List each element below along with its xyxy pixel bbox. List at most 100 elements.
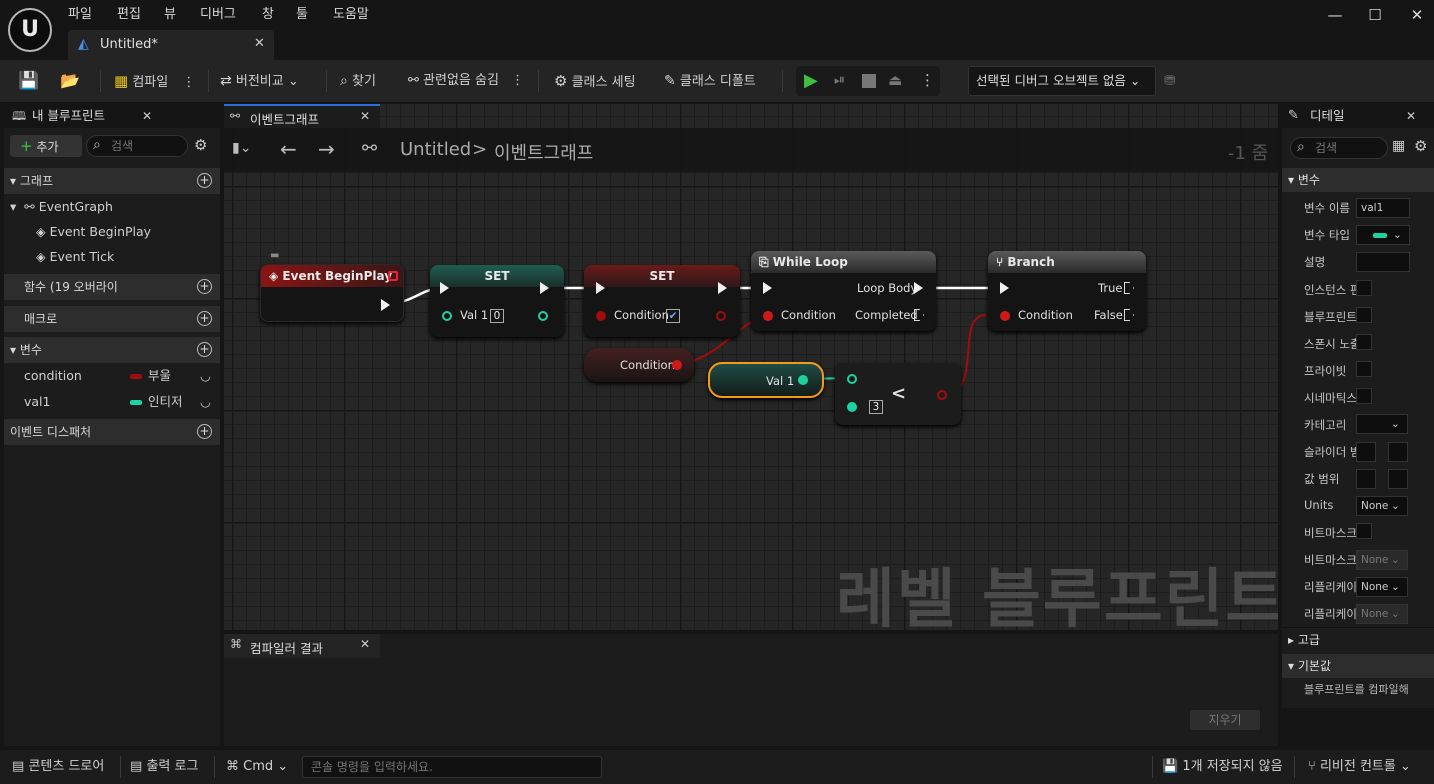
unsaved-button[interactable]: 💾 1개 저장되지 않음 xyxy=(1162,750,1283,784)
search-input[interactable] xyxy=(111,138,183,154)
hide-unrelated-button[interactable]: ⚯ 관련없음 숨김 ⋮ xyxy=(408,60,524,102)
tree-item-event-tick[interactable]: ◈ Event Tick xyxy=(36,245,114,269)
find-button[interactable]: ⌕ 찾기 xyxy=(340,60,376,102)
value-range-min[interactable] xyxy=(1356,469,1376,489)
content-drawer-button[interactable]: ▤ 콘텐츠 드로어 xyxy=(12,750,104,784)
bool-in-pin[interactable] xyxy=(763,311,773,321)
exec-out-pin[interactable] xyxy=(914,309,924,321)
section-macros[interactable]: 매크로 + xyxy=(4,306,220,332)
menu-tools[interactable]: 툴 xyxy=(296,4,308,26)
int-value-field[interactable]: 3 xyxy=(869,400,883,414)
exec-in-pin[interactable] xyxy=(596,282,605,294)
menu-help[interactable]: 도움말 xyxy=(333,4,369,26)
exec-in-pin[interactable] xyxy=(440,282,449,294)
more-options-icon[interactable]: ⋮ xyxy=(511,73,524,88)
description-field[interactable] xyxy=(1356,252,1410,272)
bool-out-pin[interactable] xyxy=(937,390,947,400)
gear-icon[interactable]: ⚙ xyxy=(1414,137,1427,155)
slider-range-min[interactable] xyxy=(1356,442,1376,462)
exec-out-pin[interactable] xyxy=(540,282,549,294)
close-icon[interactable]: ✕ xyxy=(360,637,370,651)
int-out-pin[interactable] xyxy=(798,375,808,385)
bool-in-pin[interactable] xyxy=(596,311,606,321)
clear-button[interactable]: 지우기 xyxy=(1190,710,1260,730)
node-get-condition[interactable]: Condition xyxy=(584,348,694,382)
replication-condition-select[interactable]: None ⌄ xyxy=(1356,604,1408,624)
exec-out-pin[interactable] xyxy=(381,299,390,311)
browse-icon[interactable]: 📂 xyxy=(60,60,80,102)
section-advanced[interactable]: ▸ 고급 xyxy=(1282,627,1434,651)
class-defaults-button[interactable]: ✎ 클래스 디폴트 xyxy=(664,60,756,102)
slider-range-max[interactable] xyxy=(1388,442,1408,462)
node-get-val1[interactable]: Val 1 xyxy=(708,362,824,398)
compile-button[interactable]: ▦ 컴파일 ⋮ xyxy=(114,60,195,102)
menu-edit[interactable]: 편집 xyxy=(117,4,141,26)
add-dispatcher-icon[interactable]: + xyxy=(197,424,212,439)
menu-view[interactable]: 뷰 xyxy=(164,4,176,26)
eye-icon[interactable]: ◡ xyxy=(200,364,211,388)
section-dispatchers[interactable]: 이벤트 디스패처 + xyxy=(4,419,220,445)
debug-filter-icon[interactable]: ⛃ xyxy=(1164,60,1176,102)
tree-item-event-beginplay[interactable]: ◈ Event BeginPlay xyxy=(36,220,151,244)
save-icon[interactable]: 💾 xyxy=(18,60,39,102)
exec-out-pin[interactable] xyxy=(718,282,727,294)
int-in-pin[interactable] xyxy=(442,311,452,321)
node-less-than[interactable]: 3 < xyxy=(835,363,961,425)
value-range-max[interactable] xyxy=(1388,469,1408,489)
add-graph-icon[interactable]: + xyxy=(197,173,212,188)
output-log-button[interactable]: ▤ 출력 로그 xyxy=(130,750,198,784)
bitmask-checkbox[interactable] xyxy=(1356,523,1372,539)
close-window-button[interactable]: ✕ xyxy=(1402,4,1432,26)
bool-out-pin[interactable] xyxy=(716,311,726,321)
eye-icon[interactable]: ◡ xyxy=(200,390,211,414)
close-icon[interactable]: ✕ xyxy=(254,36,265,51)
maximize-button[interactable]: ☐ xyxy=(1360,4,1390,26)
exec-in-pin[interactable] xyxy=(763,282,772,294)
blueprint-readonly-checkbox[interactable] xyxy=(1356,307,1372,323)
exec-out-pin[interactable] xyxy=(1124,282,1134,294)
instance-editable-checkbox[interactable] xyxy=(1356,280,1372,296)
more-options-icon[interactable]: ⋮ xyxy=(182,75,195,90)
tab-compiler-results[interactable]: ⌘ 컴파일러 결과 ✕ xyxy=(224,634,380,658)
close-icon[interactable]: ✕ xyxy=(1406,104,1416,128)
variable-type-select[interactable]: ⌄ xyxy=(1356,225,1410,245)
diff-button[interactable]: ⇄ 버전비교 ⌄ xyxy=(220,60,299,102)
table-view-icon[interactable]: ▦ xyxy=(1392,138,1405,154)
replication-select[interactable]: None ⌄ xyxy=(1356,577,1408,597)
add-variable-icon[interactable]: + xyxy=(197,342,212,357)
play-icon[interactable]: ▶ xyxy=(804,70,818,91)
tree-item-eventgraph[interactable]: ▾ ⚯ EventGraph xyxy=(10,195,113,219)
stop-icon[interactable] xyxy=(862,74,876,88)
revision-control-button[interactable]: ⑂ 리비전 컨트롤 ⌄ xyxy=(1308,750,1411,784)
section-functions[interactable]: 함수 (19 오버라이 + xyxy=(4,274,220,300)
search-input[interactable] xyxy=(1315,140,1381,156)
exec-in-pin[interactable] xyxy=(1000,282,1009,294)
step-icon[interactable]: ⏯ xyxy=(834,72,845,88)
variable-name-field[interactable]: val1 xyxy=(1356,198,1410,218)
node-set-val1[interactable]: SET Val 1 0 xyxy=(430,265,564,337)
eject-icon[interactable]: ⏏ xyxy=(888,71,902,89)
variable-row-condition[interactable]: condition 부울 ◡ xyxy=(24,364,216,388)
units-select[interactable]: None ⌄ xyxy=(1356,496,1408,516)
document-tab[interactable]: ◭ Untitled* ✕ xyxy=(68,30,274,60)
node-branch[interactable]: ⑂ Branch True Condition False xyxy=(988,251,1146,331)
search-box[interactable]: ⌕ xyxy=(1290,137,1388,159)
bitmask-enum-select[interactable]: None ⌄ xyxy=(1356,550,1408,570)
section-graphs[interactable]: ▾ 그래프 + xyxy=(4,168,220,194)
graph-editor[interactable]: ⚯ 이벤트그래프 ✕ ▮⌄ ← → ⚯ Untitled > 이벤트그래프 -1… xyxy=(224,104,1278,630)
more-options-icon[interactable]: ⋮ xyxy=(920,71,935,89)
minimize-button[interactable]: — xyxy=(1320,4,1350,26)
int-value-field[interactable]: 0 xyxy=(490,309,504,323)
exec-out-pin[interactable] xyxy=(1124,309,1134,321)
int-out-pin[interactable] xyxy=(538,311,548,321)
private-checkbox[interactable] xyxy=(1356,361,1372,377)
category-select[interactable]: ⌄ xyxy=(1356,414,1408,434)
delegate-pin-icon[interactable] xyxy=(388,271,398,281)
menu-file[interactable]: 파일 xyxy=(68,4,92,26)
section-default-value[interactable]: ▾ 기본값 xyxy=(1282,654,1434,678)
close-icon[interactable]: ✕ xyxy=(142,104,152,128)
add-function-icon[interactable]: + xyxy=(197,279,212,294)
bool-in-pin[interactable] xyxy=(1000,311,1010,321)
int-in-pin[interactable] xyxy=(847,402,857,412)
add-macro-icon[interactable]: + xyxy=(197,311,212,326)
